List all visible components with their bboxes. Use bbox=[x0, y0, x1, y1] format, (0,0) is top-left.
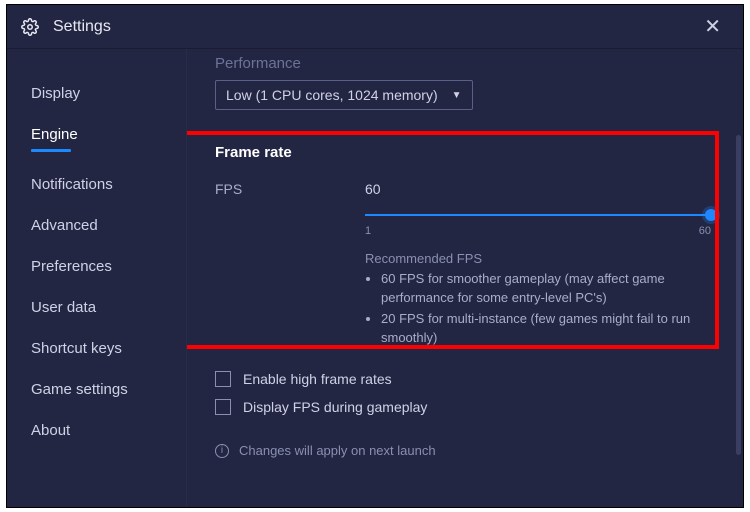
chevron-down-icon: ▼ bbox=[452, 90, 462, 101]
sidebar-item-engine[interactable]: Engine bbox=[7, 114, 186, 164]
sidebar-item-label: Engine bbox=[31, 126, 78, 143]
frame-rate-title: Frame rate bbox=[215, 144, 715, 161]
sidebar-item-about[interactable]: About bbox=[7, 410, 186, 451]
sidebar-item-label: Advanced bbox=[31, 217, 98, 234]
scrollbar[interactable] bbox=[736, 135, 741, 455]
content-area: Performance Low (1 CPU cores, 1024 memor… bbox=[187, 49, 743, 507]
checkbox-label: Enable high frame rates bbox=[243, 371, 392, 387]
slider-min-label: 1 bbox=[365, 225, 371, 237]
enable-high-frame-rates-checkbox[interactable]: Enable high frame rates bbox=[215, 371, 715, 387]
sidebar-item-label: User data bbox=[31, 299, 96, 316]
sidebar-item-label: Preferences bbox=[31, 258, 112, 275]
titlebar: Settings ✕ bbox=[7, 5, 743, 49]
checkbox-icon bbox=[215, 371, 231, 387]
frame-rate-section: Frame rate FPS 60 1 60 Recommended F bbox=[215, 144, 715, 349]
sidebar-item-user-data[interactable]: User data bbox=[7, 287, 186, 328]
sidebar-item-preferences[interactable]: Preferences bbox=[7, 246, 186, 287]
notice-text: Changes will apply on next launch bbox=[239, 443, 436, 458]
recommended-item: 60 FPS for smoother gameplay (may affect… bbox=[381, 270, 711, 308]
sidebar-item-label: Display bbox=[31, 85, 80, 102]
sidebar: Display Engine Notifications Advanced Pr… bbox=[7, 49, 187, 507]
sidebar-item-label: Notifications bbox=[31, 176, 113, 193]
launch-notice: i Changes will apply on next launch bbox=[215, 443, 715, 458]
window-title: Settings bbox=[53, 18, 111, 36]
recommended-fps-list: 60 FPS for smoother gameplay (may affect… bbox=[365, 270, 711, 347]
settings-window: Settings ✕ Display Engine Notifications … bbox=[6, 4, 744, 508]
sidebar-item-advanced[interactable]: Advanced bbox=[7, 205, 186, 246]
sidebar-item-label: Game settings bbox=[31, 381, 128, 398]
close-button[interactable]: ✕ bbox=[696, 10, 729, 43]
sidebar-item-game-settings[interactable]: Game settings bbox=[7, 369, 186, 410]
gear-icon bbox=[21, 18, 39, 36]
fps-value: 60 bbox=[365, 181, 711, 197]
slider-thumb-icon[interactable] bbox=[705, 209, 717, 221]
display-fps-checkbox[interactable]: Display FPS during gameplay bbox=[215, 399, 715, 415]
sidebar-item-label: About bbox=[31, 422, 70, 439]
fps-slider[interactable] bbox=[365, 207, 711, 223]
sidebar-item-shortcut-keys[interactable]: Shortcut keys bbox=[7, 328, 186, 369]
fps-label: FPS bbox=[215, 181, 365, 197]
info-icon: i bbox=[215, 444, 229, 458]
recommended-item: 20 FPS for multi-instance (few games mig… bbox=[381, 310, 711, 348]
checkbox-icon bbox=[215, 399, 231, 415]
performance-dropdown[interactable]: Low (1 CPU cores, 1024 memory) ▼ bbox=[215, 80, 473, 110]
performance-heading: Performance bbox=[215, 55, 715, 72]
sidebar-item-display[interactable]: Display bbox=[7, 73, 186, 114]
sidebar-item-notifications[interactable]: Notifications bbox=[7, 164, 186, 205]
checkbox-label: Display FPS during gameplay bbox=[243, 399, 427, 415]
dropdown-value: Low (1 CPU cores, 1024 memory) bbox=[226, 87, 438, 103]
slider-max-label: 60 bbox=[699, 225, 711, 237]
sidebar-item-label: Shortcut keys bbox=[31, 340, 122, 357]
recommended-fps-title: Recommended FPS bbox=[365, 251, 711, 266]
